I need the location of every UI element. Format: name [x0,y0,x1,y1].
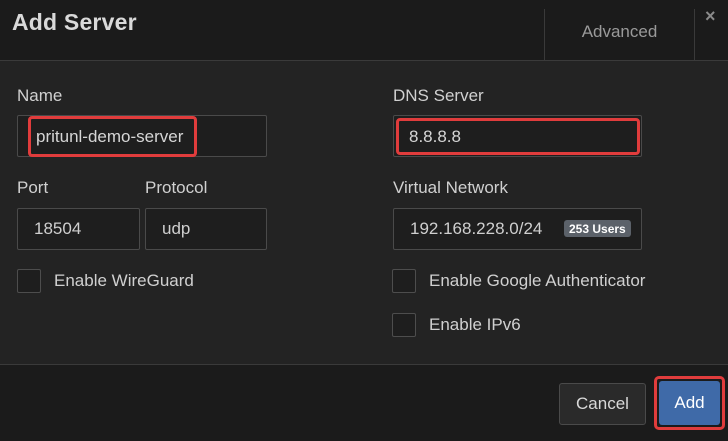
dns-value: 8.8.8.8 [396,118,640,155]
vnet-label: Virtual Network [393,178,508,197]
name-value: pritunl-demo-server [28,116,197,157]
ipv6-checkbox[interactable] [392,313,416,337]
close-icon[interactable]: × [705,6,716,27]
ipv6-label: Enable IPv6 [429,315,521,334]
name-label: Name [17,86,63,105]
tab-advanced[interactable]: Advanced [544,9,695,60]
cancel-button[interactable]: Cancel [559,383,646,425]
wireguard-checkbox[interactable] [17,269,41,293]
dialog-header: Add Server Advanced × [0,0,728,61]
dialog-title: Add Server [12,9,137,35]
add-button[interactable]: Add [659,381,720,425]
port-label: Port [17,178,49,197]
protocol-label: Protocol [145,178,208,197]
wireguard-label: Enable WireGuard [54,271,194,290]
users-badge: 253 Users [564,220,631,237]
port-field[interactable]: 18504 [17,208,140,250]
google-auth-label: Enable Google Authenticator [429,271,646,290]
dns-label: DNS Server [393,86,484,105]
google-auth-checkbox[interactable] [392,269,416,293]
protocol-select[interactable]: udp [145,208,267,250]
